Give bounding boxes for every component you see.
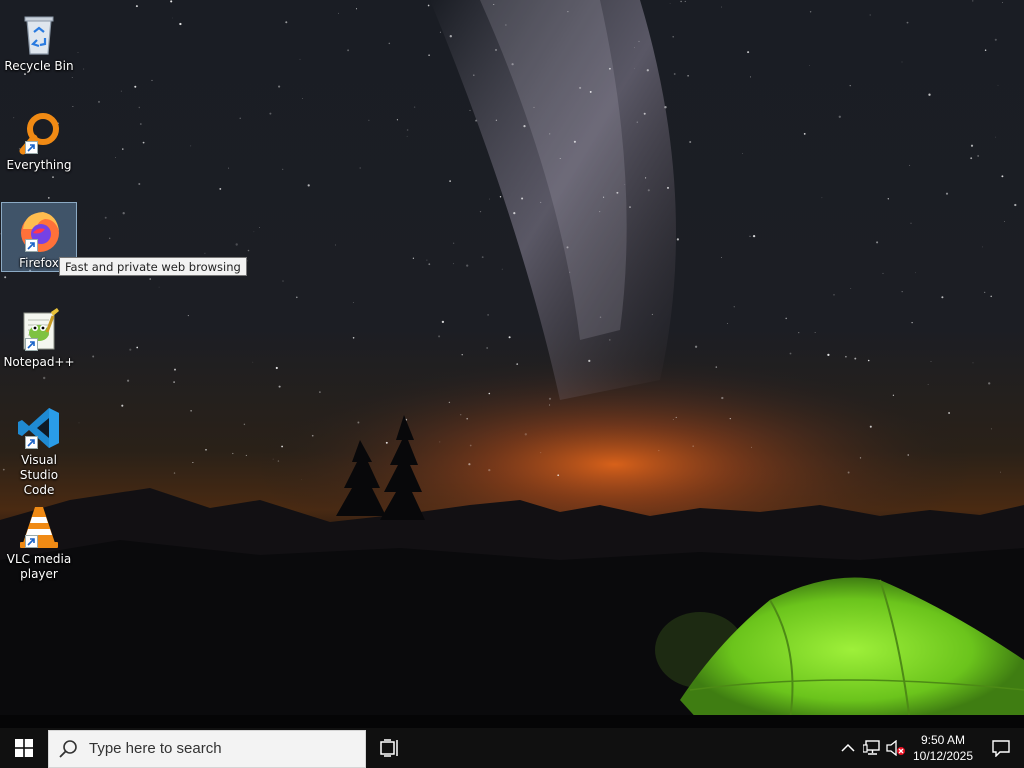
shortcut-arrow-icon	[25, 141, 38, 154]
network-icon	[863, 740, 880, 755]
desktop-icon-label: VLC media player	[6, 552, 72, 581]
action-center-button[interactable]	[978, 728, 1024, 768]
desktop-icon-vlc[interactable]: VLC media player	[2, 499, 76, 582]
shortcut-arrow-icon	[25, 338, 38, 351]
shortcut-arrow-icon	[25, 535, 38, 548]
clock-date: 10/12/2025	[912, 749, 974, 763]
firefox-tooltip: Fast and private web browsing	[59, 257, 247, 276]
clock-time: 9:50 AM	[920, 733, 966, 747]
everything-search-icon	[15, 109, 63, 157]
windows-logo-icon	[15, 739, 33, 757]
vscode-icon	[15, 404, 63, 452]
desktop-icon-notepad-plus-plus[interactable]: Notepad++	[2, 302, 76, 370]
volume-muted-icon	[886, 740, 905, 756]
vlc-icon	[15, 503, 63, 551]
shortcut-arrow-icon	[25, 239, 38, 252]
desktop-icon-label: Recycle Bin	[4, 59, 74, 73]
show-hidden-icons-button[interactable]	[836, 728, 860, 768]
volume-button[interactable]	[884, 728, 908, 768]
desktop-icon-everything[interactable]: Everything	[2, 105, 76, 173]
task-view-button[interactable]	[366, 728, 414, 768]
desktop-icon-label: Everything	[6, 158, 72, 172]
desktop-icon-visual-studio-code[interactable]: Visual Studio Code	[2, 400, 76, 498]
taskbar: 9:50 AM 10/12/2025	[0, 728, 1024, 768]
recycle-bin-icon	[15, 10, 63, 58]
notepad-plus-plus-icon	[15, 306, 63, 354]
taskbar-clock[interactable]: 9:50 AM 10/12/2025	[908, 728, 978, 768]
desktop-icon-label: Notepad++	[3, 355, 75, 369]
chevron-up-icon	[841, 743, 855, 752]
network-button[interactable]	[860, 728, 884, 768]
firefox-icon	[15, 207, 63, 255]
search-input[interactable]	[87, 739, 351, 758]
start-button[interactable]	[0, 728, 48, 768]
notification-icon	[992, 739, 1010, 757]
desktop-icon-recycle-bin[interactable]: Recycle Bin	[2, 6, 76, 74]
desktop-icon-label: Visual Studio Code	[19, 453, 59, 497]
desktop-wallpaper	[0, 0, 1024, 728]
search-icon	[59, 739, 77, 758]
task-view-icon	[380, 739, 398, 757]
taskbar-search-box[interactable]	[48, 729, 366, 768]
shortcut-arrow-icon	[25, 436, 38, 449]
